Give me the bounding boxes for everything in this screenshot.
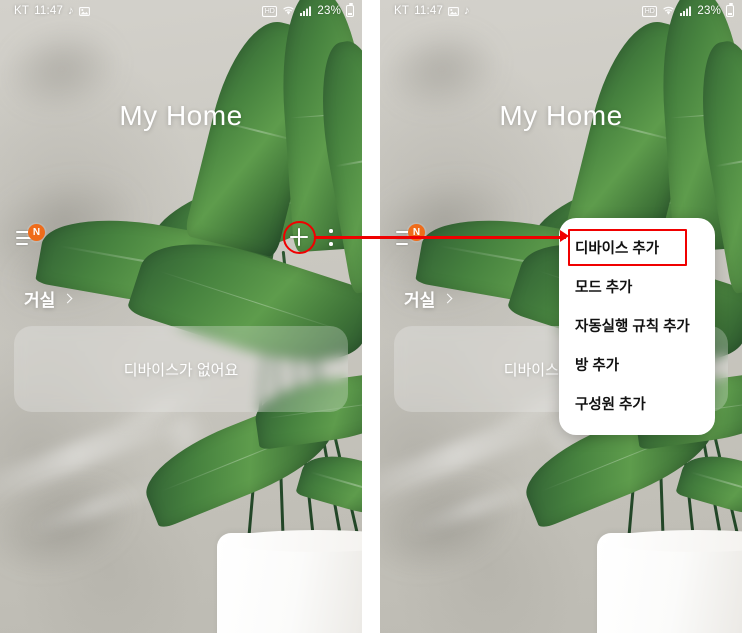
clock-label: 11:47 [34, 5, 64, 17]
chevron-right-icon [62, 293, 73, 304]
menu-item-add-automation-rule[interactable]: 자동실행 규칙 추가 [559, 306, 715, 345]
empty-devices-label: 디바이스가 없어요 [123, 361, 239, 379]
hd-icon: HD [262, 5, 278, 17]
notification-badge: N [408, 224, 425, 241]
hd-icon: HD [642, 5, 658, 17]
phone-screen-before: KT 11:47 ♪ HD 23% My Home N 거실 디바이스가 없어요 [0, 0, 362, 633]
kebab-menu-icon[interactable] [329, 228, 334, 247]
battery-icon [726, 3, 734, 17]
page-title: My Home [119, 100, 243, 131]
room-name-label: 거실 [24, 291, 56, 310]
carrier-label: KT [14, 5, 30, 17]
phone-screen-after: KT 11:47 ♪ HD 23% My Home N 거실 디바이스가 디바이… [380, 0, 742, 633]
menu-item-add-mode[interactable]: 모드 추가 [559, 267, 715, 306]
add-menu-dropdown: 디바이스 추가 모드 추가 자동실행 규칙 추가 방 추가 구성원 추가 [559, 218, 715, 435]
plant-pot [217, 530, 362, 633]
notification-badge: N [28, 224, 45, 241]
battery-percent-label: 23% [697, 5, 721, 17]
battery-icon [346, 3, 354, 17]
menu-item-add-member[interactable]: 구성원 추가 [559, 384, 715, 423]
room-link-living-room[interactable]: 거실 [404, 286, 453, 311]
wifi-icon [662, 6, 675, 16]
room-name-label: 거실 [404, 291, 436, 310]
carrier-label: KT [394, 5, 410, 17]
image-icon [448, 6, 459, 16]
add-plus-icon[interactable] [288, 226, 310, 248]
clock-label: 11:47 [414, 5, 444, 17]
music-note-icon: ♪ [68, 5, 74, 17]
music-note-icon: ♪ [464, 5, 470, 17]
menu-item-add-device[interactable]: 디바이스 추가 [559, 228, 715, 267]
hamburger-icon[interactable]: N [16, 224, 45, 247]
signal-icon [680, 6, 692, 16]
chevron-right-icon [442, 293, 453, 304]
status-bar: KT 11:47 ♪ HD 23% [0, 0, 362, 22]
page-title: My Home [499, 100, 623, 131]
signal-icon [300, 6, 312, 16]
wifi-icon [282, 6, 295, 16]
wallpaper-background [0, 0, 362, 633]
empty-devices-card[interactable]: 디바이스가 없어요 [14, 326, 348, 412]
screenshot-pair: KT 11:47 ♪ HD 23% My Home N 거실 디바이스가 없어요… [0, 0, 742, 633]
status-bar: KT 11:47 ♪ HD 23% [380, 0, 742, 22]
menu-item-add-room[interactable]: 방 추가 [559, 345, 715, 384]
battery-percent-label: 23% [317, 5, 341, 17]
room-link-living-room[interactable]: 거실 [24, 286, 73, 311]
plant-pot [597, 530, 742, 633]
app-toolbar: N [0, 224, 362, 250]
hamburger-icon[interactable]: N [396, 224, 425, 247]
image-icon [79, 6, 90, 16]
